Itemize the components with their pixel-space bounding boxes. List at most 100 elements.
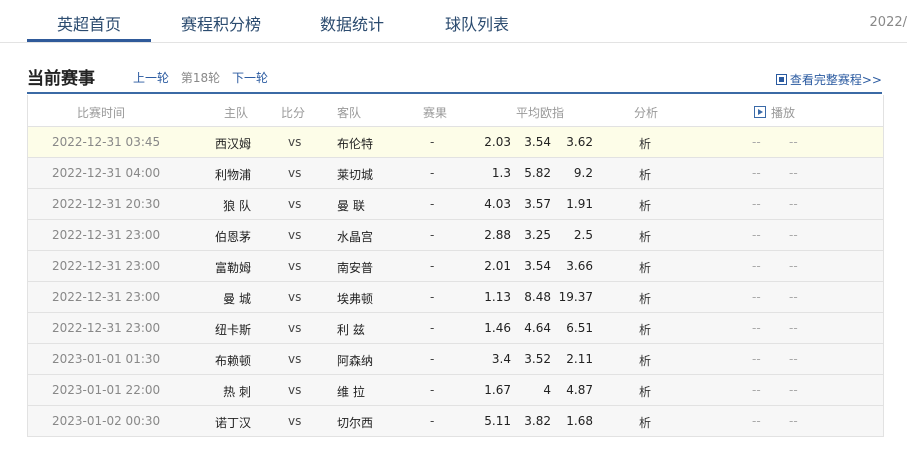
result: -: [430, 352, 435, 366]
odds-home: 1.13: [484, 290, 511, 304]
odds-draw: 3.54: [524, 259, 551, 273]
broadcast-2: --: [789, 259, 798, 273]
header-result: 赛果: [423, 106, 448, 120]
odds-draw: 5.82: [524, 166, 551, 180]
tab-team-list[interactable]: 球队列表: [430, 11, 524, 39]
match-time: 2022-12-31 04:00: [52, 166, 161, 180]
odds-draw: 3.82: [524, 414, 551, 428]
analysis-link[interactable]: 析: [639, 383, 651, 400]
away-team[interactable]: 南安普: [337, 259, 373, 276]
broadcast-2: --: [789, 352, 798, 366]
odds-away: 3.66: [566, 259, 593, 273]
analysis-link[interactable]: 析: [639, 135, 651, 152]
analysis-link[interactable]: 析: [639, 259, 651, 276]
tab-schedule-standings[interactable]: 赛程积分榜: [166, 11, 276, 39]
score: vs: [288, 135, 302, 149]
tab-statistics[interactable]: 数据统计: [305, 11, 399, 39]
odds-home: 2.01: [484, 259, 511, 273]
table-row[interactable]: 2022-12-31 23:00 曼 城 vs 埃弗顿 - 1.13 8.48 …: [28, 282, 883, 313]
away-team[interactable]: 维 拉: [337, 383, 365, 400]
analysis-link[interactable]: 析: [639, 290, 651, 307]
analysis-link[interactable]: 析: [639, 414, 651, 431]
result: -: [430, 290, 435, 304]
analysis-link[interactable]: 析: [639, 228, 651, 245]
odds-away: 19.37: [558, 290, 593, 304]
home-team[interactable]: 热 刺: [223, 383, 251, 400]
round-navigation: 上一轮 第18轮 下一轮: [133, 69, 276, 86]
odds-home: 2.88: [484, 228, 511, 242]
broadcast-1: --: [752, 228, 761, 242]
broadcast-1: --: [752, 414, 761, 428]
broadcast-1: --: [752, 135, 761, 149]
home-team[interactable]: 伯恩茅: [215, 228, 251, 245]
score: vs: [288, 383, 302, 397]
result: -: [430, 321, 435, 335]
odds-draw: 8.48: [524, 290, 551, 304]
score: vs: [288, 414, 302, 428]
away-team[interactable]: 切尔西: [337, 414, 373, 431]
broadcast-2: --: [789, 197, 798, 211]
match-time: 2022-12-31 20:30: [52, 197, 161, 211]
broadcast-1: --: [752, 166, 761, 180]
home-team[interactable]: 诺丁汉: [215, 414, 251, 431]
broadcast-1: --: [752, 352, 761, 366]
odds-home: 5.11: [484, 414, 511, 428]
odds-home: 4.03: [484, 197, 511, 211]
header-away: 客队: [337, 106, 362, 120]
broadcast-2: --: [789, 135, 798, 149]
away-team[interactable]: 利 兹: [337, 321, 365, 338]
section-title: 当前赛事: [27, 69, 95, 89]
analysis-link[interactable]: 析: [639, 166, 651, 183]
analysis-link[interactable]: 析: [639, 197, 651, 214]
away-team[interactable]: 埃弗顿: [337, 290, 373, 307]
odds-draw: 4: [543, 383, 551, 397]
odds-draw: 4.64: [524, 321, 551, 335]
header-odds: 平均欧指: [516, 106, 565, 120]
score: vs: [288, 228, 302, 242]
next-round-link[interactable]: 下一轮: [232, 71, 268, 85]
home-team[interactable]: 西汉姆: [215, 135, 251, 152]
table-row[interactable]: 2022-12-31 23:00 富勒姆 vs 南安普 - 2.01 3.54 …: [28, 251, 883, 282]
table-row[interactable]: 2022-12-31 23:00 伯恩茅 vs 水晶宫 - 2.88 3.25 …: [28, 220, 883, 251]
odds-away: 3.62: [566, 135, 593, 149]
away-team[interactable]: 莱切城: [337, 166, 373, 183]
score: vs: [288, 259, 302, 273]
match-time: 2022-12-31 23:00: [52, 290, 161, 304]
broadcast-1: --: [752, 383, 761, 397]
full-schedule-label: 查看完整赛程>>: [789, 73, 882, 87]
match-time: 2023-01-01 01:30: [52, 352, 161, 366]
table-header: 比赛时间 主队 比分 客队 赛果 平均欧指 分析 播放: [28, 95, 883, 127]
home-team[interactable]: 纽卡斯: [215, 321, 251, 338]
broadcast-2: --: [789, 166, 798, 180]
table-row[interactable]: 2022-12-31 04:00 利物浦 vs 莱切城 - 1.3 5.82 9…: [28, 158, 883, 189]
home-team[interactable]: 曼 城: [223, 290, 251, 307]
table-row[interactable]: 2023-01-02 00:30 诺丁汉 vs 切尔西 - 5.11 3.82 …: [28, 406, 883, 437]
tab-premier-league-home[interactable]: 英超首页: [27, 11, 151, 42]
table-row[interactable]: 2022-12-31 20:30 狼 队 vs 曼 联 - 4.03 3.57 …: [28, 189, 883, 220]
full-schedule-link[interactable]: 查看完整赛程>>: [775, 71, 882, 88]
score: vs: [288, 321, 302, 335]
home-team[interactable]: 狼 队: [223, 197, 251, 214]
table-row[interactable]: 2023-01-01 01:30 布赖顿 vs 阿森纳 - 3.4 3.52 2…: [28, 344, 883, 375]
table-row[interactable]: 2022-12-31 03:45 西汉姆 vs 布伦特 - 2.03 3.54 …: [28, 127, 883, 158]
matches-table: 比赛时间 主队 比分 客队 赛果 平均欧指 分析 播放 2022-12-31 0…: [27, 95, 884, 437]
top-nav: 英超首页 赛程积分榜 数据统计 球队列表 2022/: [0, 0, 907, 43]
analysis-link[interactable]: 析: [639, 321, 651, 338]
away-team[interactable]: 曼 联: [337, 197, 365, 214]
broadcast-2: --: [789, 414, 798, 428]
table-row[interactable]: 2022-12-31 23:00 纽卡斯 vs 利 兹 - 1.46 4.64 …: [28, 313, 883, 344]
away-team[interactable]: 阿森纳: [337, 352, 373, 369]
analysis-link[interactable]: 析: [639, 352, 651, 369]
result: -: [430, 383, 435, 397]
result: -: [430, 228, 435, 242]
match-time: 2022-12-31 23:00: [52, 259, 161, 273]
match-time: 2023-01-01 22:00: [52, 383, 161, 397]
away-team[interactable]: 水晶宫: [337, 228, 373, 245]
home-team[interactable]: 利物浦: [215, 166, 251, 183]
table-row[interactable]: 2023-01-01 22:00 热 刺 vs 维 拉 - 1.67 4 4.8…: [28, 375, 883, 406]
prev-round-link[interactable]: 上一轮: [133, 71, 169, 85]
home-team[interactable]: 富勒姆: [215, 259, 251, 276]
result: -: [430, 135, 435, 149]
away-team[interactable]: 布伦特: [337, 135, 373, 152]
home-team[interactable]: 布赖顿: [215, 352, 251, 369]
